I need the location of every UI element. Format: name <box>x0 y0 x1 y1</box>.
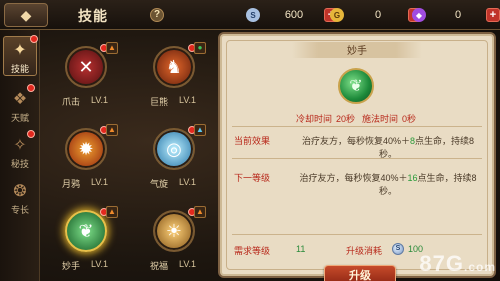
currency-value: 600 <box>284 9 304 21</box>
skill-level: LV.1 <box>91 259 109 269</box>
side-tabs: ✦ 技能 ❖ 天赋 ✧ 秘技 ❂ 专长 <box>0 30 40 281</box>
cast-time-label-text: 施法时间 <box>362 114 399 124</box>
upgrade-badge-icon: ● <box>194 42 206 54</box>
divider <box>232 158 482 159</box>
next-level-label: 下一等级 <box>234 173 271 183</box>
upgrade-badge-icon: ▲ <box>194 124 206 136</box>
cooldown-label-text: 冷却时间 <box>296 114 333 124</box>
currency-gem: ◆ 0 + <box>412 7 500 23</box>
specialty-tab-icon: ❂ <box>13 183 27 200</box>
upgrade-button[interactable]: 升级 <box>324 265 396 281</box>
currency-gold: G 0 + <box>330 7 422 23</box>
skill-detail-panel: 妙手 ❦ 冷却时间 20秒 施法时间 0秒 当前效果 治疗友方，每秒恢复40%＋8点… <box>218 32 496 281</box>
skill-name: 气旋 <box>150 179 169 189</box>
cast-time-value: 0秒 <box>402 114 417 124</box>
skill-deft-hand[interactable]: ❦ ▲ 妙手 LV.1 <box>40 198 120 276</box>
watermark-sub: .com <box>463 260 496 274</box>
effect-text: 治疗友方，每秒恢复40%＋ <box>301 136 410 146</box>
required-level-value: 11 <box>296 244 306 254</box>
required-level-label: 需求等级 <box>234 246 271 256</box>
skill-cyclone[interactable]: ◎ ▲ 气旋 LV.1 <box>128 116 208 194</box>
secret-tab-icon: ✧ <box>13 137 27 154</box>
skill-grid: ✕ ▲ 爪击 LV.1 ♞ ● 巨熊 LV.1 ✹ ▲ 月鸦 LV.1 ◎ ▲ … <box>40 30 215 281</box>
crow-skill-icon: ✹ <box>65 128 107 170</box>
skill-level: LV.1 <box>179 177 197 187</box>
skill-level: LV.1 <box>91 177 109 187</box>
effect-text: 治疗友方，每秒恢复40%＋ <box>299 173 408 183</box>
skill-name: 巨熊 <box>150 97 169 107</box>
blessing-skill-icon: ☀ <box>153 210 195 252</box>
notification-dot <box>27 130 35 138</box>
skill-name: 妙手 <box>62 261 81 271</box>
upgrade-badge-icon: ▲ <box>106 206 118 218</box>
tab-label: 天赋 <box>10 113 29 123</box>
talents-tab-icon: ❖ <box>12 91 28 108</box>
claw-skill-icon: ✕ <box>65 46 107 88</box>
upgrade-badge-icon: ▲ <box>106 42 118 54</box>
bear-skill-icon: ♞ <box>153 46 195 88</box>
silver-coin-icon: S <box>392 243 404 255</box>
skill-name: 祝福 <box>150 261 169 271</box>
cast-time-label: 施法时间 0秒 <box>362 112 416 125</box>
tab-specialty[interactable]: ❂ 专长 <box>3 176 37 216</box>
cooldown-value: 20秒 <box>336 114 356 124</box>
cyclone-skill-icon: ◎ <box>153 128 195 170</box>
game-screen: ◆ 技能 ? S 600 + G 0 + ◆ 0 + ✦ 技能 ❖ 天赋 <box>0 0 500 281</box>
skill-level: LV.1 <box>179 95 197 105</box>
divider <box>232 234 482 235</box>
effect-value: 16 <box>407 173 418 183</box>
watermark-main: 87G <box>419 251 464 276</box>
top-bar: ◆ 技能 ? S 600 + G 0 + ◆ 0 + <box>0 0 500 30</box>
page-title: 技能 <box>78 8 108 24</box>
skills-tab-icon: ✦ <box>13 42 27 59</box>
skill-level: LV.1 <box>179 259 197 269</box>
skill-level: LV.1 <box>91 95 109 105</box>
back-button[interactable]: ◆ <box>4 3 48 27</box>
detail-title: 妙手 <box>292 42 422 58</box>
tab-label: 专长 <box>10 205 29 215</box>
add-gem-button[interactable]: + <box>486 8 500 22</box>
skill-blessing[interactable]: ☀ ▲ 祝福 LV.1 <box>128 198 208 276</box>
upgrade-badge-icon: ▲ <box>194 206 206 218</box>
deft-hand-detail-icon: ❦ <box>338 68 374 104</box>
tab-skills[interactable]: ✦ 技能 <box>3 35 38 76</box>
silver-coin-icon: S <box>246 8 260 22</box>
skill-claw[interactable]: ✕ ▲ 爪击 LV.1 <box>40 34 120 112</box>
gold-coin-icon: G <box>330 8 344 22</box>
notification-dot <box>30 35 38 43</box>
back-arrow-icon: ◆ <box>20 6 32 23</box>
skill-great-bear[interactable]: ♞ ● 巨熊 LV.1 <box>128 34 208 112</box>
skill-name: 月鸦 <box>62 179 81 189</box>
notification-dot <box>27 84 35 92</box>
currency-silver: S 600 + <box>246 7 338 23</box>
next-level-text: 治疗友方，每秒恢复40%＋16点生命，持续8秒。 <box>294 171 482 197</box>
currency-value: 0 <box>454 9 462 21</box>
currency-value: 0 <box>374 9 382 21</box>
tab-secret-skills[interactable]: ✧ 秘技 <box>3 130 37 170</box>
cooldown-label: 冷却时间 20秒 <box>296 112 355 125</box>
divider <box>232 126 482 127</box>
help-button[interactable]: ? <box>150 8 164 22</box>
upgrade-cost-label: 升级消耗 <box>346 246 383 256</box>
skill-moon-crow[interactable]: ✹ ▲ 月鸦 LV.1 <box>40 116 120 194</box>
deft-hand-skill-icon: ❦ <box>65 210 107 252</box>
current-effect-label: 当前效果 <box>234 136 271 146</box>
tab-label: 秘技 <box>10 159 29 169</box>
upgrade-badge-icon: ▲ <box>106 124 118 136</box>
watermark: 87G.com <box>419 251 496 277</box>
tab-label: 技能 <box>10 64 29 74</box>
purple-gem-icon: ◆ <box>412 8 426 22</box>
skill-name: 爪击 <box>62 97 81 107</box>
current-effect-text: 治疗友方，每秒恢复40%＋8点生命，持续8秒。 <box>294 134 482 160</box>
tab-talents[interactable]: ❖ 天赋 <box>3 84 37 124</box>
